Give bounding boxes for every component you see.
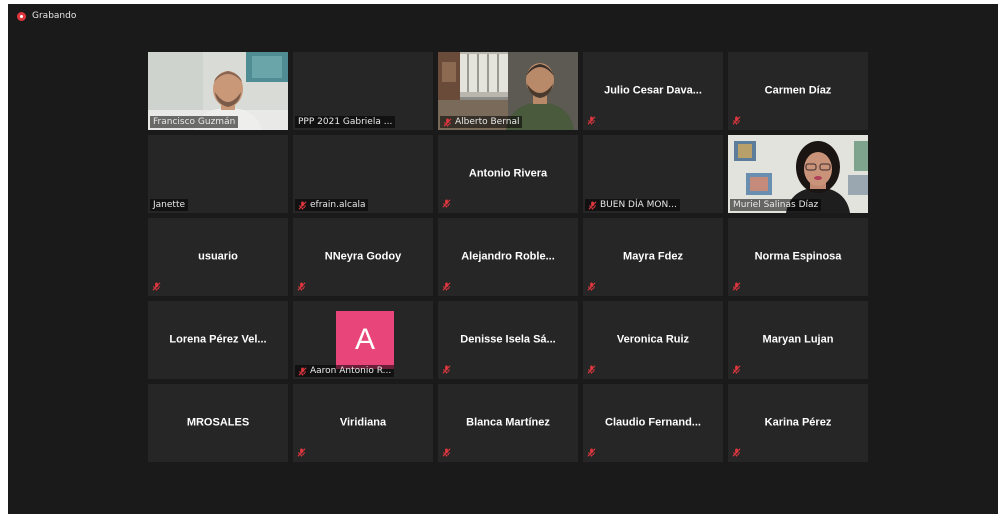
participant-name: Blanca Martínez: [466, 416, 550, 429]
participant-name: efrain.alcala: [310, 200, 366, 210]
participant-tile[interactable]: Karina Pérez: [728, 384, 868, 462]
gallery-grid: Francisco Guzmán PPP 2021 Gabriela ... Alb…: [148, 52, 868, 462]
participant-name: Denisse Isela Sá...: [460, 333, 556, 346]
participant-tile[interactable]: Julio Cesar Dava...: [583, 52, 723, 130]
participant-tile[interactable]: Lorena Pérez Vel...: [148, 301, 288, 379]
participant-name-label: Muriel Salinas Díaz: [730, 199, 822, 211]
mic-muted-icon: [732, 448, 741, 457]
participant-tile[interactable]: NNeyra Godoy: [293, 218, 433, 296]
participant-name: Alberto Bernal: [455, 117, 520, 127]
participant-name: BUEN DÍA MON...: [600, 200, 677, 210]
participant-tile[interactable]: Blanca Martínez: [438, 384, 578, 462]
participant-tile[interactable]: Carmen Díaz: [728, 52, 868, 130]
participant-name-label: PPP 2021 Gabriela ...: [295, 116, 396, 128]
participant-tile[interactable]: Denisse Isela Sá...: [438, 301, 578, 379]
participant-tile[interactable]: Maryan Lujan: [728, 301, 868, 379]
participant-name: Maryan Lujan: [762, 333, 834, 346]
mic-muted-icon: [152, 282, 161, 291]
participant-name-label: efrain.alcala: [295, 199, 369, 211]
participant-name: PPP 2021 Gabriela ...: [298, 117, 393, 127]
participant-name: Janette: [153, 200, 186, 210]
participant-tile[interactable]: Mayra Fdez: [583, 218, 723, 296]
participant-name: Alejandro Roble...: [461, 250, 555, 263]
participant-tile[interactable]: BUEN DÍA MON...: [583, 135, 723, 213]
participant-tile[interactable]: efrain.alcala: [293, 135, 433, 213]
mic-muted-icon: [442, 199, 451, 208]
participant-name-label: Janette: [150, 199, 189, 211]
participant-name: Claudio Fernand...: [605, 416, 701, 429]
mic-muted-icon: [587, 365, 596, 374]
participant-name: Lorena Pérez Vel...: [169, 333, 267, 346]
mic-muted-icon: [298, 366, 307, 376]
participant-tile[interactable]: Alejandro Roble...: [438, 218, 578, 296]
mic-muted-icon: [298, 200, 307, 210]
mic-muted-icon: [442, 365, 451, 374]
participant-name: Julio Cesar Dava...: [604, 84, 702, 97]
participant-name: MROSALES: [186, 416, 250, 429]
recording-indicator[interactable]: Grabando: [17, 11, 76, 21]
participant-tile[interactable]: Viridiana: [293, 384, 433, 462]
participant-name: Muriel Salinas Díaz: [733, 200, 819, 210]
participant-name: Mayra Fdez: [623, 250, 683, 263]
participant-tile[interactable]: Francisco Guzmán: [148, 52, 288, 130]
record-icon: [17, 11, 26, 21]
participant-name-label: Alberto Bernal: [440, 116, 523, 128]
mic-muted-icon: [442, 448, 451, 457]
mic-muted-icon: [732, 116, 741, 125]
mic-muted-icon: [587, 448, 596, 457]
mic-muted-icon: [587, 282, 596, 291]
participant-name: Antonio Rivera: [468, 167, 548, 180]
participant-tile[interactable]: MROSALES: [148, 384, 288, 462]
participant-tile[interactable]: Norma Espinosa: [728, 218, 868, 296]
participant-tile[interactable]: Claudio Fernand...: [583, 384, 723, 462]
participant-tile[interactable]: Veronica Ruiz: [583, 301, 723, 379]
participant-tile[interactable]: usuario: [148, 218, 288, 296]
mic-muted-icon: [297, 282, 306, 291]
mic-muted-icon: [443, 117, 452, 127]
participant-tile[interactable]: Alberto Bernal: [438, 52, 578, 130]
mic-muted-icon: [732, 282, 741, 291]
avatar: A: [336, 311, 394, 369]
participant-name: NNeyra Godoy: [324, 250, 402, 263]
mic-muted-icon: [732, 365, 741, 374]
participant-name: Karina Pérez: [764, 416, 832, 429]
participant-name: Norma Espinosa: [754, 250, 842, 263]
participant-name: usuario: [198, 250, 238, 263]
mic-muted-icon: [587, 116, 596, 125]
participant-name-label: Aaron Antonio R...: [295, 365, 395, 377]
participant-name: Viridiana: [339, 416, 387, 429]
meeting-window: Grabando Francisco Guzmán PPP 2021 Gabrie…: [8, 4, 998, 514]
participant-tile[interactable]: Antonio Rivera: [438, 135, 578, 213]
participant-tile[interactable]: A Aaron Antonio R...: [293, 301, 433, 379]
participant-name: Aaron Antonio R...: [310, 366, 392, 376]
recording-label: Grabando: [32, 11, 77, 21]
participant-tile[interactable]: Janette: [148, 135, 288, 213]
participant-name-label: BUEN DÍA MON...: [585, 199, 680, 211]
participant-name: Carmen Díaz: [764, 84, 832, 97]
mic-muted-icon: [442, 282, 451, 291]
participant-tile[interactable]: PPP 2021 Gabriela ...: [293, 52, 433, 130]
mic-muted-icon: [297, 448, 306, 457]
participant-name-label: Francisco Guzmán: [150, 116, 239, 128]
participant-tile[interactable]: Muriel Salinas Díaz: [728, 135, 868, 213]
participant-name: Veronica Ruiz: [616, 333, 690, 346]
participant-name: Francisco Guzmán: [153, 117, 236, 127]
mic-muted-icon: [588, 200, 597, 210]
